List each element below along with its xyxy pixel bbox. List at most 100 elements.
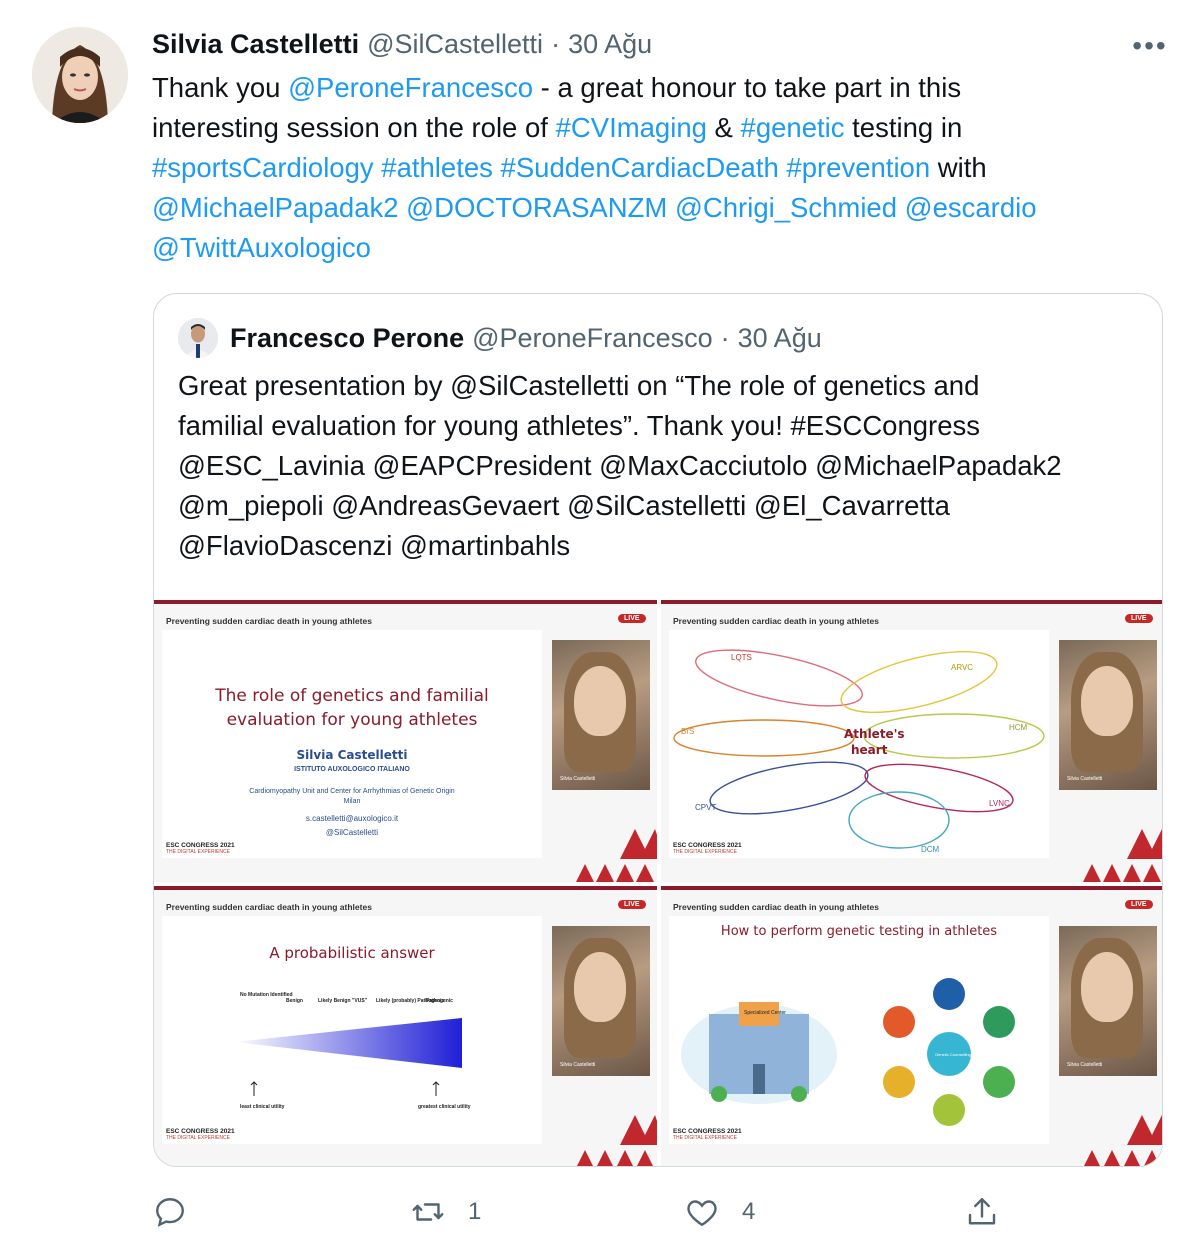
speaker-video: Silvia Castelletti [552,640,650,790]
reply-icon [156,1198,184,1227]
slide-content: The role of genetics and familial evalua… [162,630,542,858]
diagram-label: LQTS [731,653,752,662]
tweet-text-segment: Thank you [152,72,289,103]
retweet-count: 1 [468,1198,482,1225]
slide-content: Athlete's heart LQTS ARVC BrS HCM CPVT L… [669,630,1049,858]
diagram-center-2: heart [851,743,888,757]
scale-label: "VUS" [352,998,368,1004]
quoted-text-line: Great presentation by @SilCastelletti on… [178,370,980,401]
video-caption: Silvia Castelletti [560,776,596,782]
tweet-text-segment: testing in [844,112,963,143]
genetic-testing-diagram: Specialized Center Genetic Counselling [681,978,1015,1126]
decorative-triangles [576,829,657,882]
esc-subtitle: THE DIGITAL EXPERIENCE [166,849,230,855]
video-caption: Silvia Castelletti [1067,776,1103,782]
hashtag-links[interactable]: #sportsCardiology #athletes #SuddenCardi… [152,152,930,183]
tweet-text-segment: - a great honour to take part in this [533,72,962,103]
esc-logo: ESC CONGRESS 2021 THE DIGITAL EXPERIENCE [673,842,742,855]
slide-content: A probabilistic answer No Mutation Ident… [162,916,542,1144]
hashtag-link[interactable]: #genetic [741,112,845,143]
tweet-actions: 1 4 [152,1188,1162,1236]
hub-label: Genetic Counselling [935,1052,971,1057]
author-handle[interactable]: @SilCastelletti [367,29,543,60]
share-button[interactable] [964,1188,1000,1236]
like-count: 4 [742,1198,756,1225]
slide-frame: Preventing sudden cardiac death in young… [154,600,657,882]
tweet-header: Silvia Castelletti @SilCastelletti · 30 … [152,26,652,62]
media-image-1[interactable]: Preventing sudden cardiac death in young… [154,600,657,882]
quoted-text-line: @FlavioDascenzi @martinbahls [178,530,571,561]
slide-header: Preventing sudden cardiac death in young… [673,616,879,626]
mention-links[interactable]: @MichaelPapadak2 @DOCTORASANZM @Chrigi_S… [152,192,1037,223]
slide-city: Milan [343,798,361,805]
video-caption: Silvia Castelletti [1067,1062,1103,1068]
author-name[interactable]: Silvia Castelletti [152,29,359,60]
heart-icon [687,1200,717,1227]
esc-subtitle: THE DIGITAL EXPERIENCE [166,1135,230,1141]
scale-label: Benign [286,998,303,1004]
more-options-icon[interactable]: ••• [1128,28,1172,64]
quoted-text-line: @m_piepoli @AndreasGevaert @SilCastellet… [178,490,950,521]
scale-label: No Mutation Identified [240,992,293,998]
right-note: greatest clinical utility [418,1104,471,1110]
quoted-tweet-text: Great presentation by @SilCastelletti on… [178,366,1138,566]
diagram-label: DCM [921,845,940,854]
live-badge: LIVE [1125,614,1153,623]
slide-unit: Cardiomyopathy Unit and Center for Arrhy… [249,788,455,795]
retweet-icon [412,1203,444,1221]
live-badge: LIVE [618,900,646,909]
media-image-2[interactable]: Preventing sudden cardiac death in young… [661,600,1162,882]
author-avatar-image [32,27,128,123]
diagram-label: BrS [681,727,694,736]
slide-content: How to perform genetic testing in athlet… [669,916,1049,1144]
like-button[interactable]: 4 [684,1188,755,1236]
media-grid: Preventing sudden cardiac death in young… [154,600,1162,1166]
tweet-text: Thank you @PeroneFrancesco - a great hon… [152,68,1162,268]
esc-title: ESC CONGRESS 2021 [673,842,742,849]
hashtag-link[interactable]: #CVImaging [556,112,707,143]
scale-label: Pathogenic [426,998,453,1004]
diagram-label: LVNC [989,799,1010,808]
esc-logo: ESC CONGRESS 2021 THE DIGITAL EXPERIENCE [166,842,235,855]
quoted-author-handle[interactable]: @PeroneFrancesco [472,323,713,354]
tweet-text-segment: with [930,152,987,183]
esc-title: ESC CONGRESS 2021 [673,1128,742,1135]
quoted-author-name[interactable]: Francesco Perone [230,323,464,354]
decorative-triangles [1083,829,1162,882]
quoted-tweet[interactable]: Francesco Perone @PeroneFrancesco · 30 A… [153,293,1163,1167]
slide-title: The role of genetics and familial [215,686,489,706]
slide-header: Preventing sudden cardiac death in young… [673,902,879,912]
quoted-header-separator: · [720,322,730,353]
scale-label: Likely Benign [318,998,351,1004]
speaker-video: Silvia Castelletti [1059,640,1157,790]
esc-title: ESC CONGRESS 2021 [166,1128,235,1135]
live-badge: LIVE [618,614,646,623]
live-badge: LIVE [1125,900,1153,909]
esc-title: ESC CONGRESS 2021 [166,842,235,849]
esc-logo: ESC CONGRESS 2021 THE DIGITAL EXPERIENCE [673,1128,742,1141]
mention-link[interactable]: @PeroneFrancesco [288,72,533,103]
tweet-text-segment: & [706,112,741,143]
slide-frame: Preventing sudden cardiac death in young… [661,600,1162,882]
header-separator: · [551,28,561,59]
quoted-author-avatar[interactable] [178,318,218,358]
slide-header: Preventing sudden cardiac death in young… [166,616,372,626]
share-icon [968,1198,996,1225]
reply-button[interactable] [152,1188,210,1236]
media-image-4[interactable]: Preventing sudden cardiac death in young… [661,886,1162,1166]
retweet-button[interactable]: 1 [410,1188,481,1236]
tweet-text-segment: interesting session on the role of [152,112,556,143]
author-avatar[interactable] [32,27,128,123]
slide-header: Preventing sudden cardiac death in young… [166,902,372,912]
esc-subtitle: THE DIGITAL EXPERIENCE [673,1135,737,1141]
mention-link[interactable]: @TwittAuxologico [152,232,371,263]
quoted-tweet-date[interactable]: 30 Ağu [738,323,822,354]
speaker-video: Silvia Castelletti [1059,926,1157,1076]
diagram-center-1: Athlete's [844,727,905,741]
video-caption: Silvia Castelletti [560,1062,596,1068]
diagram-label: HCM [1009,723,1028,732]
slide-frame: Preventing sudden cardiac death in young… [154,886,657,1166]
media-image-3[interactable]: Preventing sudden cardiac death in young… [154,886,657,1166]
slide-institute: ISTITUTO AUXOLOGICO ITALIANO [294,766,410,773]
tweet-date[interactable]: 30 Ağu [568,29,652,60]
